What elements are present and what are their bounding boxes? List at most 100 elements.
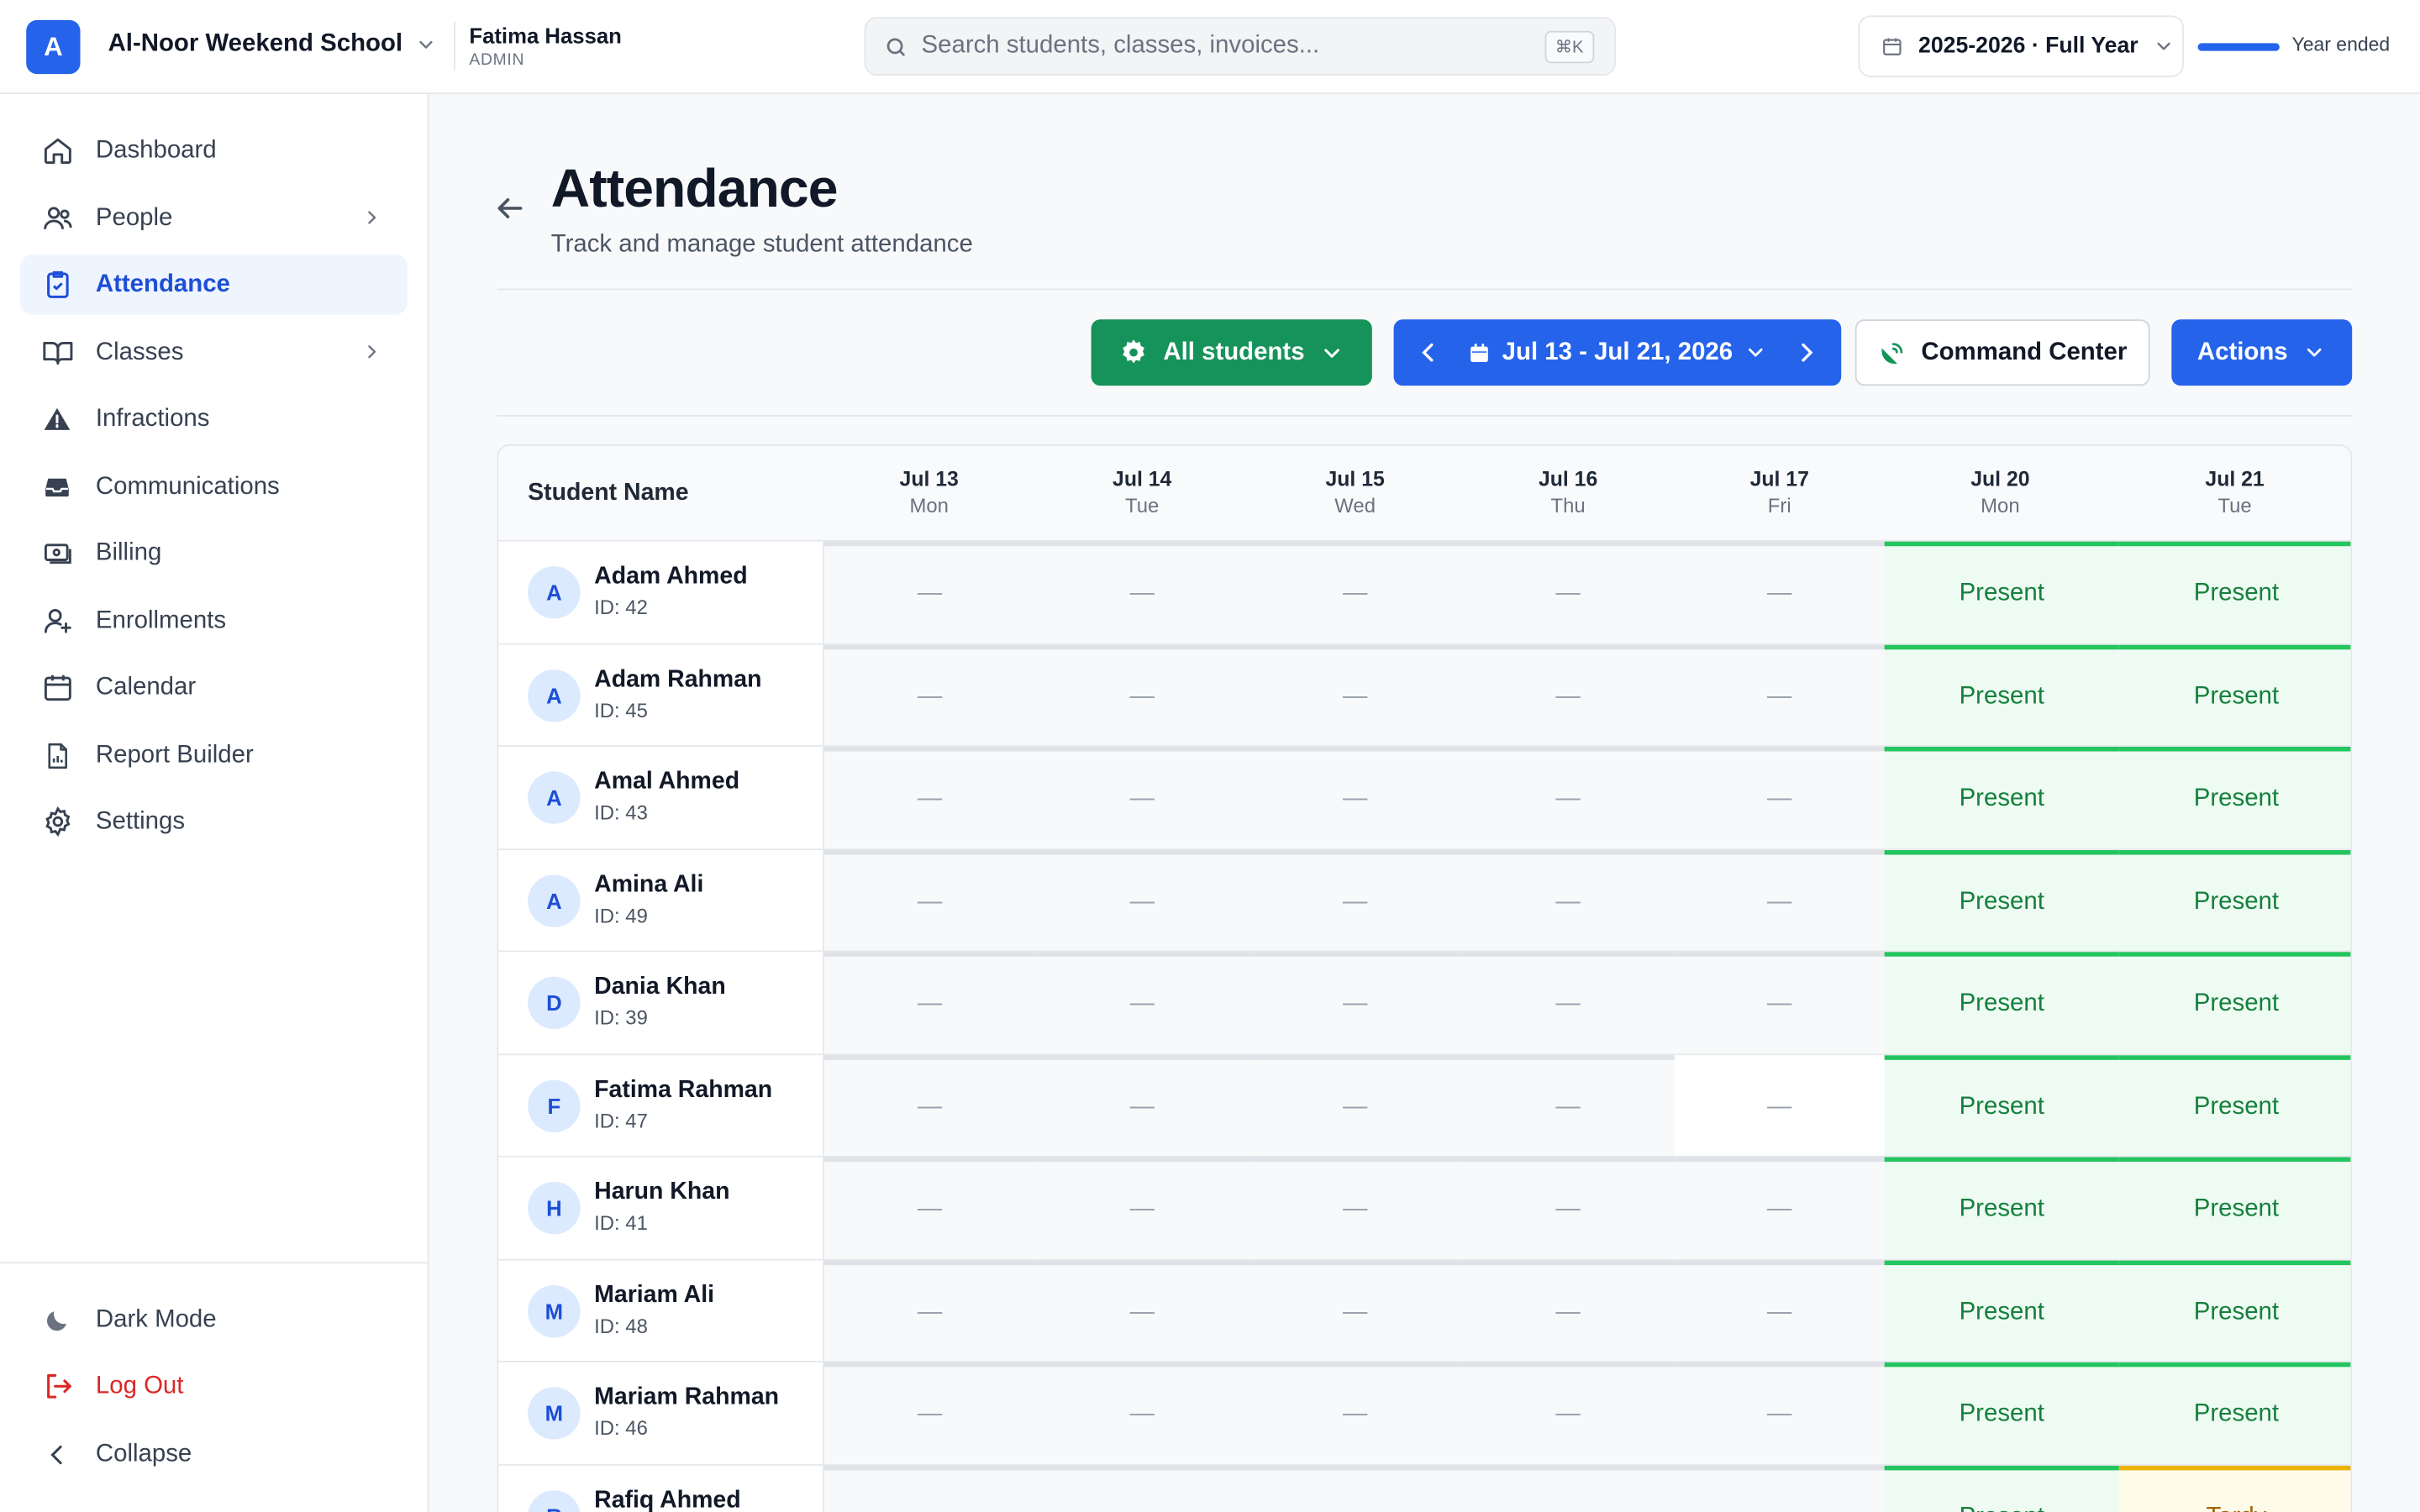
global-search[interactable]: ⌘K: [864, 17, 1617, 76]
attendance-cell[interactable]: —: [1674, 1362, 1885, 1464]
attendance-cell[interactable]: —: [823, 1259, 1036, 1361]
attendance-cell[interactable]: Present: [2118, 1054, 2351, 1156]
student-cell[interactable]: A Amal Ahmed ID: 43: [498, 746, 824, 848]
attendance-cell[interactable]: —: [1035, 1464, 1249, 1512]
attendance-cell[interactable]: —: [1248, 849, 1462, 951]
student-cell[interactable]: F Fatima Rahman ID: 47: [498, 1054, 824, 1156]
attendance-cell[interactable]: —: [823, 1054, 1036, 1156]
attendance-cell[interactable]: Present: [1884, 1157, 2119, 1258]
attendance-cell[interactable]: —: [1461, 643, 1675, 746]
attendance-cell[interactable]: Present: [1884, 1259, 2119, 1361]
school-logo[interactable]: A: [26, 19, 81, 75]
attendance-cell[interactable]: —: [1035, 1259, 1249, 1361]
date-range-picker[interactable]: Jul 13 - Jul 21, 2026: [1393, 319, 1842, 386]
attendance-cell[interactable]: —: [1248, 746, 1462, 848]
attendance-cell[interactable]: Present: [1884, 541, 2119, 643]
sidebar-item-attendance[interactable]: Attendance: [19, 255, 408, 315]
attendance-cell[interactable]: —: [1035, 1362, 1249, 1464]
sidebar-item-settings[interactable]: Settings: [20, 791, 408, 852]
attendance-cell[interactable]: —: [823, 1362, 1036, 1464]
sidebar-item-communications[interactable]: Communications: [20, 457, 408, 517]
attendance-cell[interactable]: —: [1674, 643, 1885, 746]
attendance-cell[interactable]: —: [1674, 1054, 1885, 1156]
logout-button[interactable]: Log Out: [20, 1356, 408, 1416]
attendance-cell[interactable]: —: [1248, 541, 1462, 643]
sidebar-item-calendar[interactable]: Calendar: [20, 657, 408, 717]
attendance-cell[interactable]: —: [1674, 541, 1885, 643]
attendance-cell[interactable]: —: [1461, 746, 1675, 848]
attendance-cell[interactable]: —: [1035, 643, 1249, 746]
attendance-cell[interactable]: —: [1674, 746, 1885, 848]
sidebar-item-report-builder[interactable]: Report Builder: [20, 725, 408, 785]
attendance-cell[interactable]: —: [1461, 1054, 1675, 1156]
attendance-cell[interactable]: —: [823, 952, 1036, 1053]
student-filter-button[interactable]: All students: [1091, 319, 1372, 386]
attendance-cell[interactable]: Present: [2118, 1362, 2351, 1464]
sidebar-item-enrollments[interactable]: Enrollments: [20, 591, 408, 651]
attendance-cell[interactable]: Present: [2118, 1259, 2351, 1361]
attendance-cell[interactable]: Present: [1884, 952, 2119, 1053]
attendance-cell[interactable]: —: [823, 643, 1036, 746]
attendance-cell[interactable]: —: [1461, 541, 1675, 643]
attendance-cell[interactable]: —: [1248, 1054, 1462, 1156]
attendance-cell[interactable]: —: [1674, 952, 1885, 1053]
attendance-cell[interactable]: —: [1674, 1157, 1885, 1258]
sidebar-item-classes[interactable]: Classes: [20, 323, 408, 383]
attendance-cell[interactable]: —: [1035, 952, 1249, 1053]
attendance-cell[interactable]: —: [1035, 746, 1249, 848]
attendance-cell[interactable]: Present: [2118, 952, 2351, 1053]
attendance-cell[interactable]: —: [1461, 1362, 1675, 1464]
attendance-cell[interactable]: Tardy: [2118, 1464, 2351, 1512]
school-switcher[interactable]: Al-Noor Weekend School: [108, 31, 437, 59]
sidebar-item-people[interactable]: People: [20, 188, 408, 249]
collapse-sidebar-button[interactable]: Collapse: [20, 1424, 408, 1484]
attendance-cell[interactable]: —: [1461, 1464, 1675, 1512]
attendance-cell[interactable]: Present: [1884, 1054, 2119, 1156]
attendance-cell[interactable]: —: [1461, 952, 1675, 1053]
date-range-display[interactable]: Jul 13 - Jul 21, 2026: [1468, 339, 1766, 366]
student-cell[interactable]: M Mariam Rahman ID: 46: [498, 1362, 824, 1464]
back-arrow-icon[interactable]: [492, 192, 526, 225]
attendance-cell[interactable]: Present: [2118, 541, 2351, 643]
attendance-cell[interactable]: Present: [2118, 746, 2351, 848]
attendance-cell[interactable]: Present: [1884, 1464, 2119, 1512]
sidebar-item-dashboard[interactable]: Dashboard: [20, 120, 408, 181]
student-cell[interactable]: A Adam Rahman ID: 45: [498, 643, 824, 746]
attendance-cell[interactable]: Present: [1884, 746, 2119, 848]
attendance-cell[interactable]: Present: [2118, 849, 2351, 951]
attendance-cell[interactable]: —: [1461, 849, 1675, 951]
attendance-cell[interactable]: —: [823, 541, 1036, 643]
attendance-cell[interactable]: —: [1461, 1157, 1675, 1258]
attendance-cell[interactable]: —: [1035, 849, 1249, 951]
sidebar-item-billing[interactable]: Billing: [20, 523, 408, 584]
attendance-cell[interactable]: —: [1248, 1259, 1462, 1361]
student-cell[interactable]: M Mariam Ali ID: 48: [498, 1259, 824, 1361]
chevron-right-icon[interactable]: [1793, 339, 1819, 365]
student-cell[interactable]: A Amina Ali ID: 49: [498, 849, 824, 951]
chevron-left-icon[interactable]: [1415, 339, 1441, 365]
student-cell[interactable]: RRafiq AhmedID: 44: [498, 1464, 824, 1512]
attendance-cell[interactable]: —: [1248, 1157, 1462, 1258]
attendance-cell[interactable]: Present: [2118, 1157, 2351, 1258]
command-center-button[interactable]: Command Center: [1854, 319, 2150, 386]
attendance-cell[interactable]: —: [1248, 1362, 1462, 1464]
sidebar-item-infractions[interactable]: Infractions: [20, 389, 408, 449]
attendance-cell[interactable]: Present: [1884, 849, 2119, 951]
attendance-cell[interactable]: —: [823, 1464, 1036, 1512]
actions-button[interactable]: Actions: [2171, 319, 2353, 386]
attendance-cell[interactable]: —: [1035, 1157, 1249, 1258]
attendance-cell[interactable]: —: [1035, 541, 1249, 643]
attendance-cell[interactable]: —: [1674, 1464, 1885, 1512]
attendance-cell[interactable]: Present: [1884, 643, 2119, 746]
student-cell[interactable]: A Adam Ahmed ID: 42: [498, 541, 824, 643]
attendance-cell[interactable]: Present: [2118, 643, 2351, 746]
attendance-cell[interactable]: —: [823, 849, 1036, 951]
attendance-cell[interactable]: Present: [1884, 1362, 2119, 1464]
student-cell[interactable]: D Dania Khan ID: 39: [498, 952, 824, 1053]
attendance-cell[interactable]: —: [823, 746, 1036, 848]
attendance-cell[interactable]: —: [1248, 643, 1462, 746]
attendance-cell[interactable]: —: [1461, 1259, 1675, 1361]
attendance-cell[interactable]: —: [1035, 1054, 1249, 1156]
attendance-cell[interactable]: —: [1674, 1259, 1885, 1361]
attendance-cell[interactable]: —: [823, 1157, 1036, 1258]
